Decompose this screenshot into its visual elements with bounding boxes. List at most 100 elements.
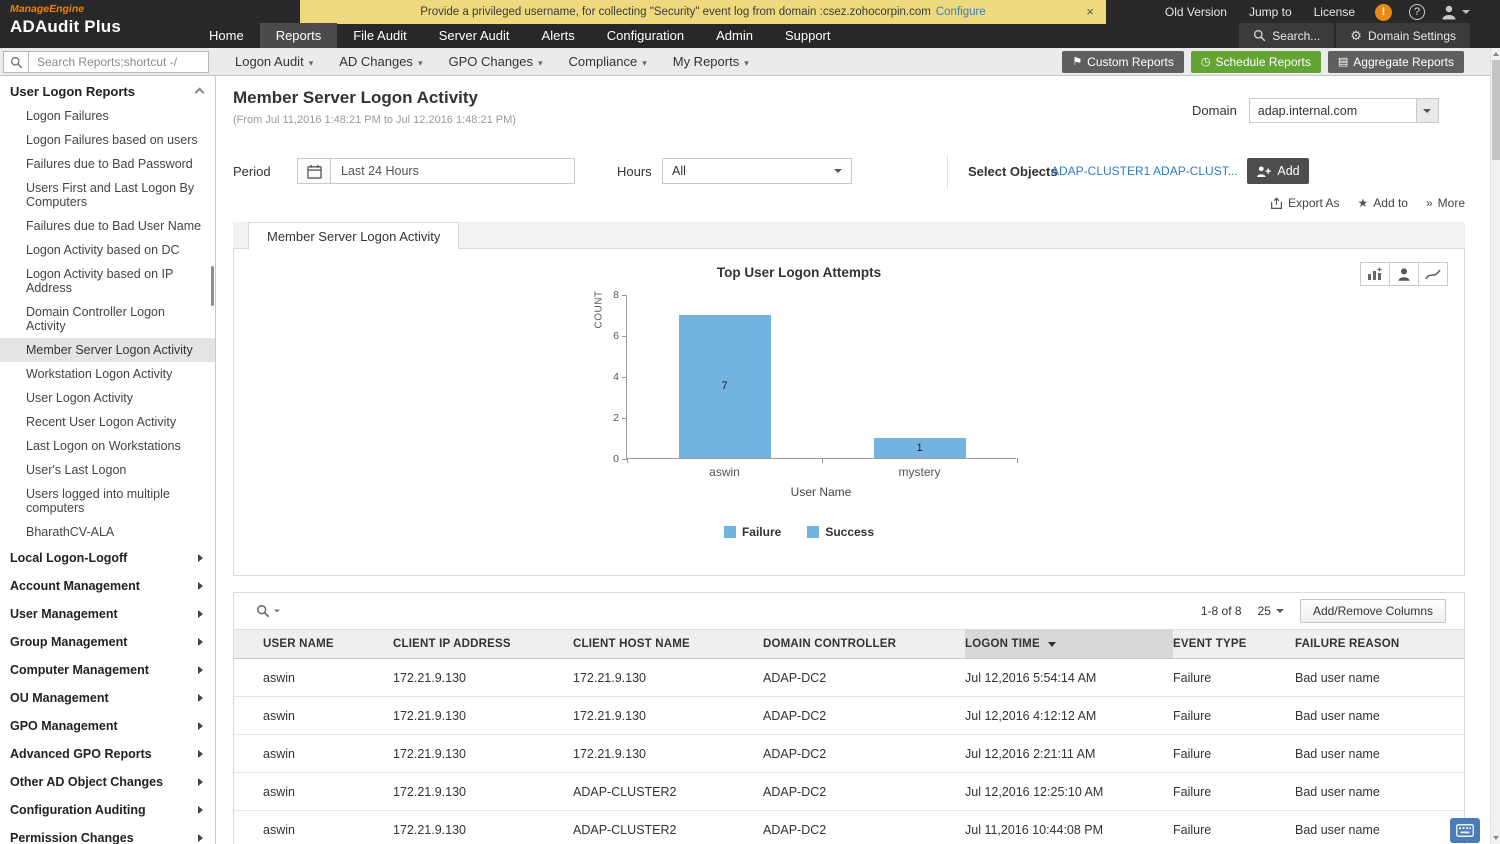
feedback-chat-button[interactable] [1450,818,1480,843]
sidebar-item-bharathcv-ala[interactable]: BharathCV-ALA [0,520,215,544]
nav-item-file-audit[interactable]: File Audit [337,23,422,48]
domain-select[interactable]: adap.internal.com [1249,98,1439,123]
column-header-user-name[interactable]: USER NAME [234,630,393,659]
user-attribute-option-button[interactable] [1389,262,1419,286]
global-search[interactable]: Search... [1239,23,1334,48]
sidebar-item-logon-activity-based-on-ip-address[interactable]: Logon Activity based on IP Address [0,262,215,300]
configure-link[interactable]: Configure [936,6,986,18]
nav-item-support[interactable]: Support [769,23,847,48]
add-to-button[interactable]: ★ Add to [1358,196,1408,210]
sidebar-section-account-management[interactable]: Account Management [0,572,215,600]
table-row[interactable]: aswin172.21.9.130172.21.9.130ADAP-DC2Jul… [234,735,1464,773]
notification-icon[interactable]: ! [1375,4,1392,21]
column-header-client-ip-address[interactable]: CLIENT IP ADDRESS [393,630,573,659]
table-row[interactable]: aswin172.21.9.130ADAP-CLUSTER2ADAP-DC2Ju… [234,811,1464,844]
menu-compliance[interactable]: Compliance [556,48,660,76]
sidebar-item-member-server-logon-activity[interactable]: Member Server Logon Activity [0,338,215,362]
old-version-link[interactable]: Old Version [1154,5,1238,19]
chart-bar-mystery[interactable]: 1 [874,438,966,459]
legend-item-failure[interactable]: Failure [724,525,781,539]
legend-item-success[interactable]: Success [807,525,874,539]
menu-ad-changes[interactable]: AD Changes [326,48,435,76]
sidebar-section-configuration-auditing[interactable]: Configuration Auditing [0,796,215,824]
selected-objects-link[interactable]: ADAP-CLUSTER1 ADAP-CLUST... [1051,158,1247,184]
more-button[interactable]: » More [1426,196,1465,210]
sidebar-section-gpo-management[interactable]: GPO Management [0,712,215,740]
nav-item-server-audit[interactable]: Server Audit [423,23,526,48]
sidebar-section-permission-changes[interactable]: Permission Changes [0,824,215,844]
sidebar-section-title: User Logon Reports [10,84,135,104]
column-header-logon-time[interactable]: LOGON TIME [965,630,1173,659]
sidebar-section-local-logon-logoff[interactable]: Local Logon-Logoff [0,544,215,572]
line-chart-option-button[interactable] [1418,262,1448,286]
sidebar-item-last-logon-on-workstations[interactable]: Last Logon on Workstations [0,434,215,458]
table-row[interactable]: aswin172.21.9.130172.21.9.130ADAP-DC2Jul… [234,697,1464,735]
scrollbar-thumb[interactable] [1492,60,1500,160]
sidebar-item-users-logged-into-multiple-computers[interactable]: Users logged into multiple computers [0,482,215,520]
banner-close-icon[interactable]: × [1086,4,1094,19]
custom-reports-button[interactable]: ⚑ Custom Reports [1062,51,1184,73]
export-as-button[interactable]: Export As [1270,196,1339,210]
sidebar-section-other-ad-object-changes[interactable]: Other AD Object Changes [0,768,215,796]
sidebar-item-users-first-and-last-logon-by-computers[interactable]: Users First and Last Logon By Computers [0,176,215,214]
column-header-failure-reason[interactable]: FAILURE REASON [1295,630,1464,659]
nav-item-configuration[interactable]: Configuration [591,23,700,48]
menu-gpo-changes[interactable]: GPO Changes [435,48,555,76]
sidebar-item-domain-controller-logon-activity[interactable]: Domain Controller Logon Activity [0,300,215,338]
search-icon[interactable] [3,51,29,73]
bar-chart-option-button[interactable] [1360,262,1390,286]
nav-item-alerts[interactable]: Alerts [526,23,591,48]
calendar-icon[interactable] [297,158,331,184]
sidebar-item-logon-failures-based-on-users[interactable]: Logon Failures based on users [0,128,215,152]
table-row[interactable]: aswin172.21.9.130ADAP-CLUSTER2ADAP-DC2Ju… [234,773,1464,811]
sidebar-section-computer-management[interactable]: Computer Management [0,656,215,684]
scroll-down-icon[interactable] [1493,836,1499,840]
sidebar-item-failures-due-to-bad-password[interactable]: Failures due to Bad Password [0,152,215,176]
export-as-label: Export As [1288,196,1339,210]
scroll-up-icon[interactable] [1493,52,1499,56]
table-search-button[interactable] [256,604,281,618]
add-objects-button[interactable]: Add [1247,158,1309,184]
license-link[interactable]: License [1303,5,1366,19]
y-tick-mark [622,418,627,419]
nav-item-reports[interactable]: Reports [260,23,338,48]
help-icon[interactable]: ? [1409,4,1425,20]
menu-logon-audit[interactable]: Logon Audit [222,48,326,76]
chart-bar-aswin[interactable]: 7 [679,315,771,459]
schedule-reports-button[interactable]: ◷ Schedule Reports [1191,51,1321,73]
sidebar-item-failures-due-to-bad-user-name[interactable]: Failures due to Bad User Name [0,214,215,238]
aggregate-reports-button[interactable]: ▤ Aggregate Reports [1328,51,1464,73]
sidebar-item-logon-failures[interactable]: Logon Failures [0,104,215,128]
column-header-domain-controller[interactable]: DOMAIN CONTROLLER [763,630,965,659]
hours-select[interactable]: All [662,158,852,184]
period-input[interactable] [331,158,575,184]
nav-item-admin[interactable]: Admin [700,23,769,48]
jump-to-link[interactable]: Jump to [1238,5,1303,19]
sidebar-section-ou-management[interactable]: OU Management [0,684,215,712]
sidebar-item-logon-activity-based-on-dc[interactable]: Logon Activity based on DC [0,238,215,262]
menu-my-reports[interactable]: My Reports [660,48,762,76]
sidebar-section-user-management[interactable]: User Management [0,600,215,628]
sidebar-section-user-logon-reports[interactable]: User Logon Reports [0,76,215,104]
report-search-input[interactable] [29,51,209,73]
sidebar-item-workstation-logon-activity[interactable]: Workstation Logon Activity [0,362,215,386]
column-header-event-type[interactable]: EVENT TYPE [1173,630,1295,659]
sidebar-item-user-logon-activity[interactable]: User Logon Activity [0,386,215,410]
table-body: aswin172.21.9.130172.21.9.130ADAP-DC2Jul… [234,659,1464,844]
sidebar-item-recent-user-logon-activity[interactable]: Recent User Logon Activity [0,410,215,434]
add-remove-columns-button[interactable]: Add/Remove Columns [1300,599,1446,623]
table-row[interactable]: aswin172.21.9.130172.21.9.130ADAP-DC2Jul… [234,659,1464,697]
sidebar-scrollbar-thumb[interactable] [211,266,214,306]
sidebar-item-user-s-last-logon[interactable]: User's Last Logon [0,458,215,482]
cell-client-ip-address: 172.21.9.130 [393,811,573,844]
tab-member-server-logon-activity[interactable]: Member Server Logon Activity [248,222,459,250]
sidebar-section-advanced-gpo-reports[interactable]: Advanced GPO Reports [0,740,215,768]
nav-item-home[interactable]: Home [193,23,260,48]
domain-settings-button[interactable]: ⚙ Domain Settings [1336,23,1470,48]
select-objects-label: Select Objects [968,164,1058,179]
page-size-select[interactable]: 25 [1258,604,1284,618]
sidebar-section-group-management[interactable]: Group Management [0,628,215,656]
user-menu[interactable] [1441,4,1470,20]
column-header-client-host-name[interactable]: CLIENT HOST NAME [573,630,763,659]
vertical-scrollbar[interactable] [1490,48,1500,844]
